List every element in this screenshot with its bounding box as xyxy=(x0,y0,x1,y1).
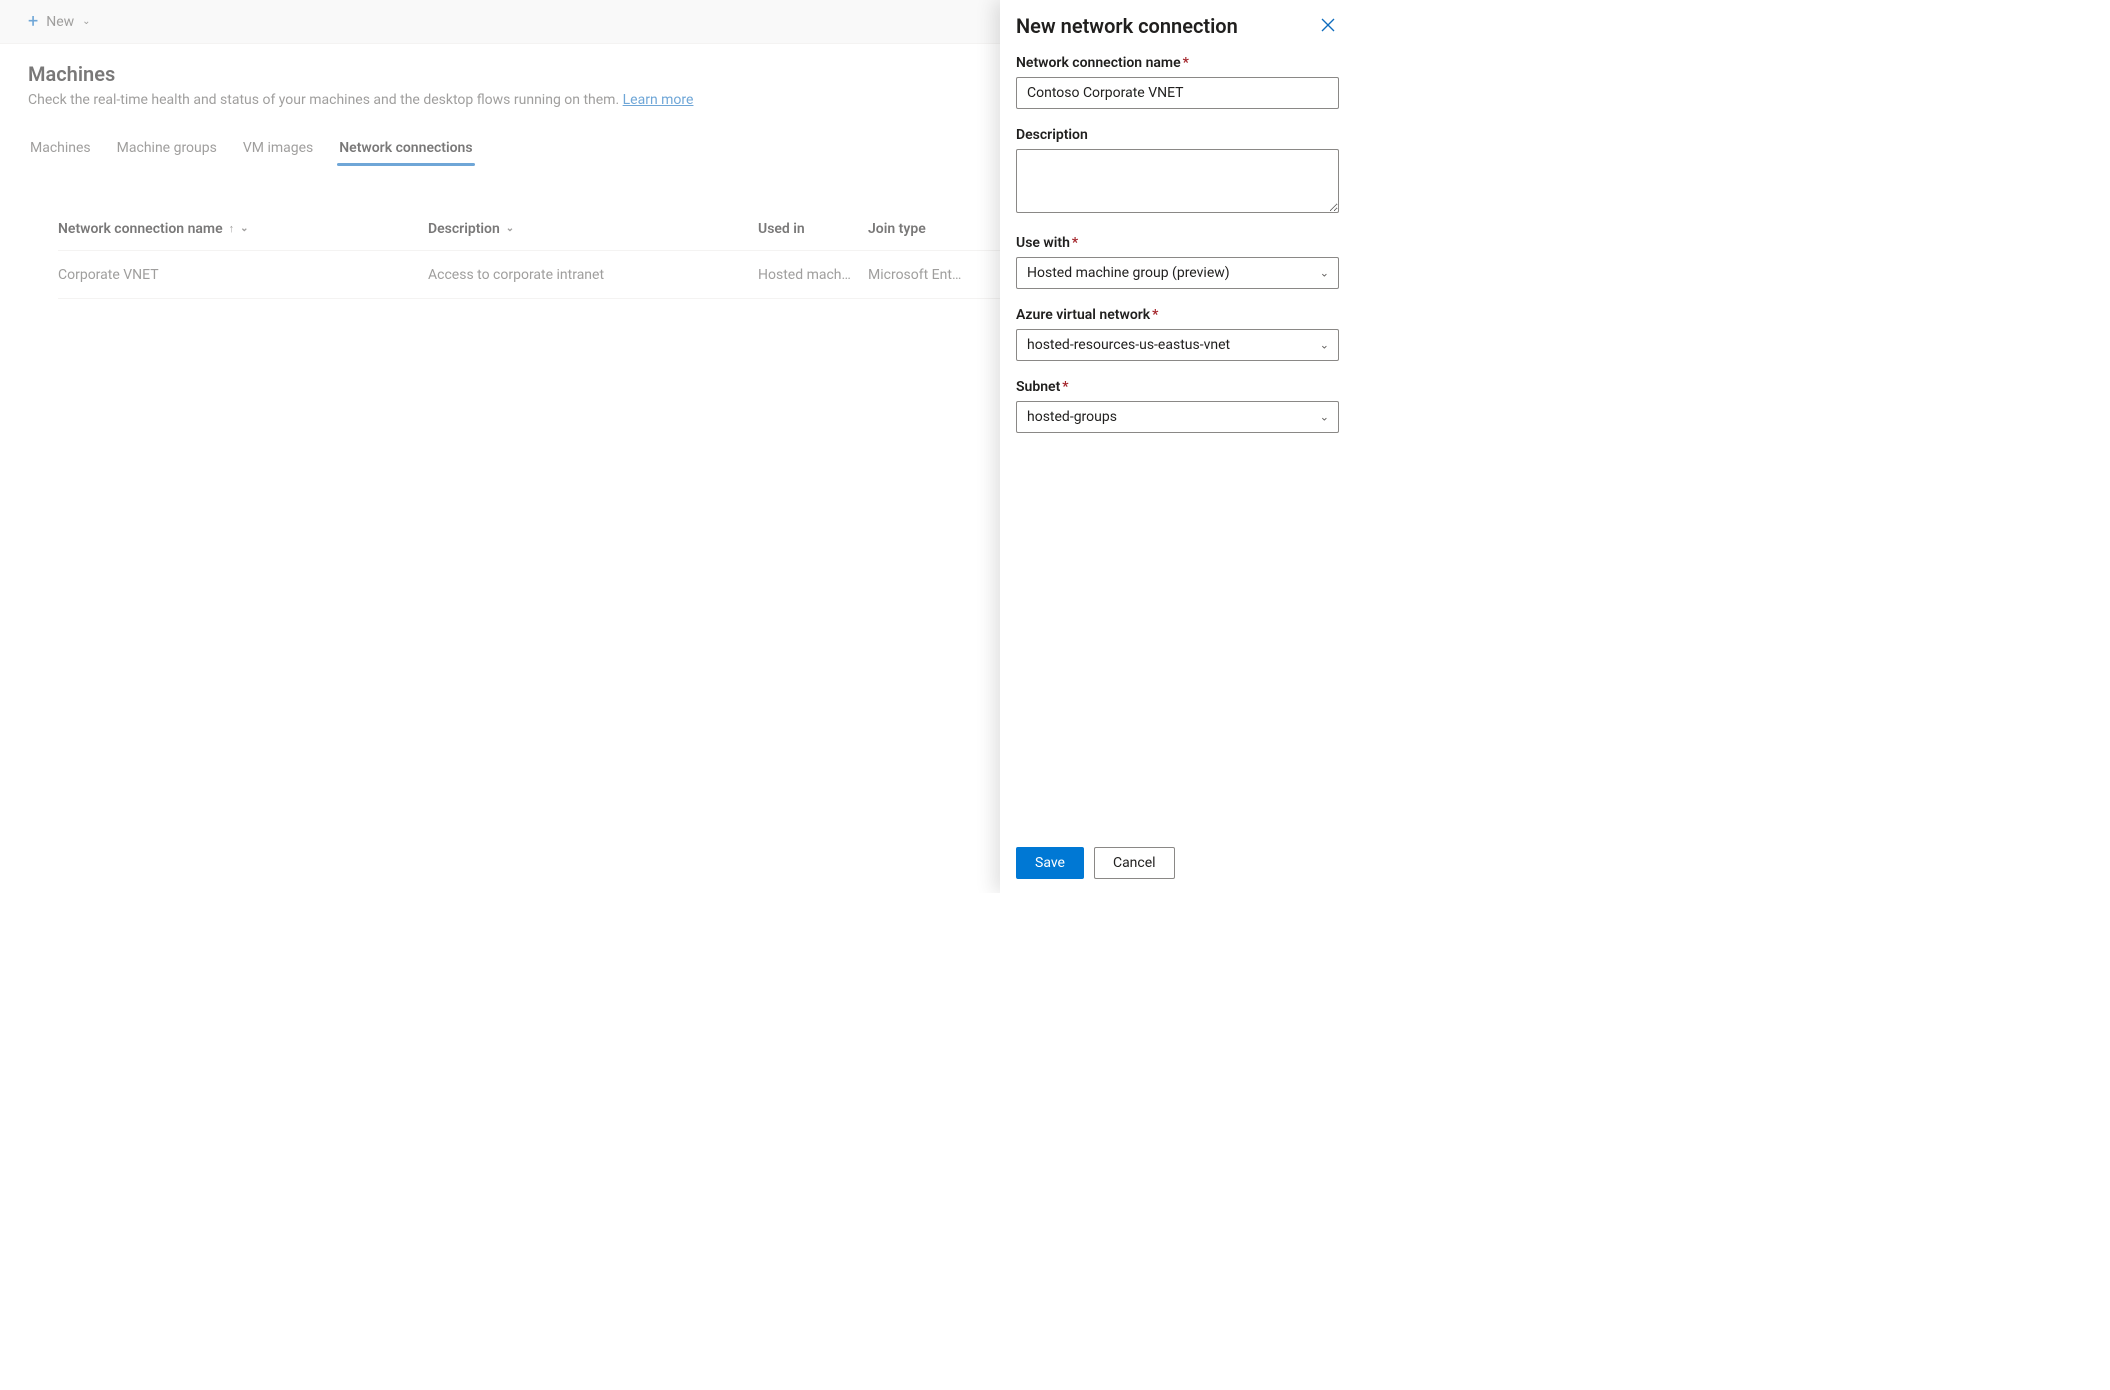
subnet-label-text: Subnet xyxy=(1016,379,1060,395)
column-header-join-type[interactable]: Join type xyxy=(868,221,1008,237)
required-indicator: * xyxy=(1152,307,1158,323)
column-header-name-label: Network connection name xyxy=(58,221,223,237)
name-input[interactable] xyxy=(1016,77,1339,109)
tab-vm-images[interactable]: VM images xyxy=(241,134,315,166)
panel-footer: Save Cancel xyxy=(1000,833,1355,893)
description-textarea[interactable] xyxy=(1016,149,1339,213)
vnet-label: Azure virtual network* xyxy=(1016,307,1339,323)
column-header-name[interactable]: Network connection name ↑ ⌄ xyxy=(58,221,428,237)
use-with-select[interactable] xyxy=(1016,257,1339,289)
tab-machine-groups[interactable]: Machine groups xyxy=(115,134,219,166)
chevron-down-icon: ⌄ xyxy=(82,16,90,27)
use-with-label-text: Use with xyxy=(1016,235,1070,251)
required-indicator: * xyxy=(1072,235,1078,251)
vnet-label-text: Azure virtual network xyxy=(1016,307,1150,323)
column-header-description-label: Description xyxy=(428,221,500,237)
cell-used-in: Hosted mach… xyxy=(758,267,868,283)
chevron-down-icon: ⌄ xyxy=(506,223,514,234)
name-label-text: Network connection name xyxy=(1016,55,1181,71)
new-button[interactable]: + New ⌄ xyxy=(28,13,91,31)
cell-description: Access to corporate intranet xyxy=(428,267,758,283)
required-indicator: * xyxy=(1062,379,1068,395)
close-icon[interactable] xyxy=(1317,14,1339,39)
panel-title: New network connection xyxy=(1016,14,1238,38)
learn-more-link[interactable]: Learn more xyxy=(623,92,694,108)
column-header-used-in-label: Used in xyxy=(758,221,805,237)
save-button[interactable]: Save xyxy=(1016,847,1084,879)
sort-ascending-icon: ↑ xyxy=(229,222,235,235)
chevron-down-icon: ⌄ xyxy=(240,223,248,234)
subnet-select[interactable] xyxy=(1016,401,1339,433)
column-header-description[interactable]: Description ⌄ xyxy=(428,221,758,237)
cancel-button[interactable]: Cancel xyxy=(1094,847,1175,879)
tab-machines[interactable]: Machines xyxy=(28,134,93,166)
required-indicator: * xyxy=(1183,55,1189,71)
plus-icon: + xyxy=(28,13,38,31)
use-with-label: Use with* xyxy=(1016,235,1339,251)
column-header-used-in[interactable]: Used in xyxy=(758,221,868,237)
new-connection-panel: New network connection Network connectio… xyxy=(1000,0,1355,893)
subtitle-text: Check the real-time health and status of… xyxy=(28,92,623,108)
tab-network-connections[interactable]: Network connections xyxy=(337,134,474,166)
subnet-label: Subnet* xyxy=(1016,379,1339,395)
vnet-select[interactable] xyxy=(1016,329,1339,361)
column-header-join-type-label: Join type xyxy=(868,221,926,237)
description-label: Description xyxy=(1016,127,1339,143)
cell-join-type: Microsoft Ent… xyxy=(868,267,1008,283)
new-button-label: New xyxy=(46,14,74,30)
cell-name: Corporate VNET xyxy=(58,267,428,283)
name-label: Network connection name* xyxy=(1016,55,1339,71)
